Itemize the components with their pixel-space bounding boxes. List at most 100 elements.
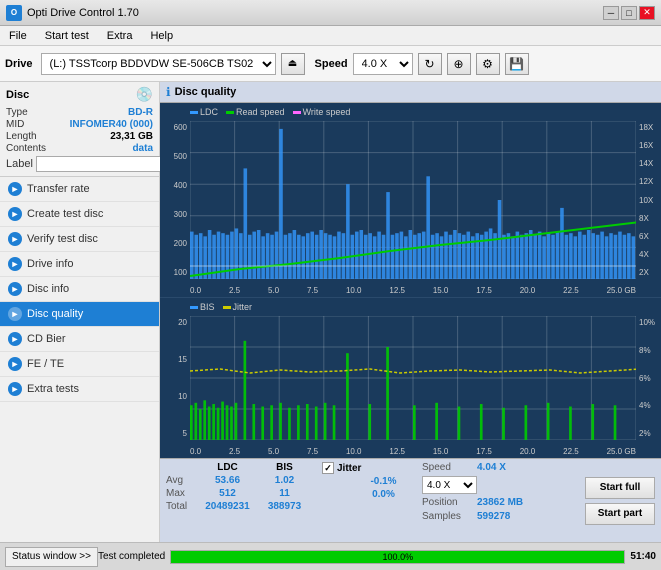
jitter-avg-label bbox=[322, 476, 354, 487]
eject-button[interactable]: ⏏ bbox=[281, 53, 305, 75]
disc-type-row: Type BD-R bbox=[6, 107, 153, 118]
sidebar-item-disc-info[interactable]: ► Disc info bbox=[0, 277, 159, 302]
disc-mid-label: MID bbox=[6, 119, 24, 130]
status-bar: Status window >> Test completed 100.0% 5… bbox=[0, 542, 661, 570]
legend-bis-dot bbox=[190, 306, 198, 309]
main-content: Disc 💿 Type BD-R MID INFOMER40 (000) Len… bbox=[0, 82, 661, 542]
title-bar-left: O Opti Drive Control 1.70 bbox=[6, 5, 139, 21]
jitter-col-header: Jitter bbox=[337, 463, 361, 474]
stats-avg-label: Avg bbox=[166, 475, 198, 486]
legend-read-speed-label: Read speed bbox=[236, 107, 285, 117]
sidebar-item-fe-te[interactable]: ► FE / TE bbox=[0, 352, 159, 377]
menu-file[interactable]: File bbox=[5, 29, 31, 43]
jitter-max-label bbox=[322, 489, 354, 500]
sidebar-item-create-test-disc-label: Create test disc bbox=[27, 208, 103, 220]
sidebar-menu: ► Transfer rate ► Create test disc ► Ver… bbox=[0, 177, 159, 542]
disc-mid-value: INFOMER40 (000) bbox=[70, 119, 153, 130]
sidebar-item-verify-test-disc[interactable]: ► Verify test disc bbox=[0, 227, 159, 252]
sidebar-item-extra-tests[interactable]: ► Extra tests bbox=[0, 377, 159, 402]
disc-icon: 💿 bbox=[136, 86, 153, 103]
drive-select[interactable]: (L:) TSSTcorp BDDVDW SE-506CB TS02 bbox=[41, 53, 276, 75]
sidebar: Disc 💿 Type BD-R MID INFOMER40 (000) Len… bbox=[0, 82, 160, 542]
disc-header: Disc 💿 bbox=[6, 86, 153, 103]
stats-max-ldc: 512 bbox=[200, 488, 255, 499]
stats-ldc-bis: LDC BIS Avg 53.66 1.02 Max 512 11 Total … bbox=[166, 462, 312, 539]
chart-bis: BIS Jitter 20 15 10 5 10% bbox=[160, 298, 661, 458]
minimize-button[interactable]: ─ bbox=[603, 6, 619, 20]
stats-jitter: ✓ Jitter -0.1% 0.0% bbox=[322, 462, 412, 539]
stats-speed: Speed 4.04 X 4.0 X Position 23862 MB Sam… bbox=[422, 462, 542, 539]
title-bar: O Opti Drive Control 1.70 ─ □ ✕ bbox=[0, 0, 661, 26]
sidebar-item-cd-bier-label: CD Bier bbox=[27, 333, 66, 345]
stats-max-label: Max bbox=[166, 488, 198, 499]
legend-jitter: Jitter bbox=[223, 302, 253, 312]
samples-label: Samples bbox=[422, 511, 472, 522]
drive-info-icon: ► bbox=[8, 257, 22, 271]
action-buttons: Start full Start part bbox=[585, 462, 655, 539]
progress-bar-container: 100.0% bbox=[170, 550, 625, 564]
close-button[interactable]: ✕ bbox=[639, 6, 655, 20]
settings-button[interactable]: ⚙ bbox=[476, 53, 500, 75]
progress-text: 100.0% bbox=[171, 551, 624, 563]
sidebar-item-transfer-rate[interactable]: ► Transfer rate bbox=[0, 177, 159, 202]
sidebar-item-verify-test-disc-label: Verify test disc bbox=[27, 233, 98, 245]
stats-samples-value: 599278 bbox=[477, 511, 510, 522]
chart-bottom-y-left: 20 15 10 5 bbox=[160, 318, 190, 438]
stats-total-bis: 388973 bbox=[257, 501, 312, 512]
stats-bis-header: BIS bbox=[257, 462, 312, 473]
menu-help[interactable]: Help bbox=[146, 29, 177, 43]
status-time: 51:40 bbox=[630, 551, 656, 562]
toolbar: Drive (L:) TSSTcorp BDDVDW SE-506CB TS02… bbox=[0, 46, 661, 82]
disc-mid-row: MID INFOMER40 (000) bbox=[6, 119, 153, 130]
start-part-button[interactable]: Start part bbox=[585, 503, 655, 525]
legend-read-speed: Read speed bbox=[226, 107, 285, 117]
legend-ldc: LDC bbox=[190, 107, 218, 117]
transfer-rate-icon: ► bbox=[8, 182, 22, 196]
sidebar-item-transfer-rate-label: Transfer rate bbox=[27, 183, 90, 195]
menu-extra[interactable]: Extra bbox=[103, 29, 137, 43]
save-button[interactable]: 💾 bbox=[505, 53, 529, 75]
jitter-checkbox[interactable]: ✓ bbox=[322, 462, 334, 474]
start-full-button[interactable]: Start full bbox=[585, 477, 655, 499]
stats-max-bis: 11 bbox=[257, 488, 312, 499]
drive-label: Drive bbox=[5, 58, 33, 70]
sidebar-item-disc-quality-label: Disc quality bbox=[27, 308, 83, 320]
stats-avg-bis: 1.02 bbox=[257, 475, 312, 486]
maximize-button[interactable]: □ bbox=[621, 6, 637, 20]
chart-top-y-left: 600 500 400 300 200 100 bbox=[160, 123, 190, 277]
stats-avg-jitter: -0.1% bbox=[356, 476, 411, 487]
chart-bottom-x-labels: 0.0 2.5 5.0 7.5 10.0 12.5 15.0 17.5 20.0… bbox=[190, 447, 636, 456]
disc-section-title: Disc bbox=[6, 89, 29, 101]
stats-bar: LDC BIS Avg 53.66 1.02 Max 512 11 Total … bbox=[160, 458, 661, 542]
charts-area: LDC Read speed Write speed 600 500 40 bbox=[160, 103, 661, 458]
disc-type-label: Type bbox=[6, 107, 28, 118]
disc-length-row: Length 23,31 GB bbox=[6, 131, 153, 142]
scan-button[interactable]: ⊕ bbox=[447, 53, 471, 75]
sidebar-item-drive-info[interactable]: ► Drive info bbox=[0, 252, 159, 277]
stats-position-value: 23862 MB bbox=[477, 497, 523, 508]
status-window-button[interactable]: Status window >> bbox=[5, 547, 98, 567]
speed-select[interactable]: 4.0 X bbox=[353, 53, 413, 75]
menu-bar: File Start test Extra Help bbox=[0, 26, 661, 46]
disc-label-input[interactable] bbox=[36, 156, 174, 172]
sidebar-item-cd-bier[interactable]: ► CD Bier bbox=[0, 327, 159, 352]
refresh-button[interactable]: ↻ bbox=[418, 53, 442, 75]
stats-speed-value: 4.04 X bbox=[477, 462, 506, 473]
menu-start-test[interactable]: Start test bbox=[41, 29, 93, 43]
disc-quality-title: Disc quality bbox=[175, 86, 237, 98]
test-completed-text: Test completed bbox=[98, 551, 165, 562]
legend-jitter-dot bbox=[223, 306, 231, 309]
disc-info-icon: ► bbox=[8, 282, 22, 296]
sidebar-item-create-test-disc[interactable]: ► Create test disc bbox=[0, 202, 159, 227]
legend-bis: BIS bbox=[190, 302, 215, 312]
disc-contents-row: Contents data bbox=[6, 143, 153, 154]
legend-ldc-label: LDC bbox=[200, 107, 218, 117]
disc-length-value: 23,31 GB bbox=[110, 131, 153, 142]
speed-select-dropdown[interactable]: 4.0 X bbox=[422, 476, 477, 494]
content-area: ℹ Disc quality LDC Read speed bbox=[160, 82, 661, 542]
verify-test-disc-icon: ► bbox=[8, 232, 22, 246]
sidebar-item-disc-quality[interactable]: ► Disc quality bbox=[0, 302, 159, 327]
app-title: Opti Drive Control 1.70 bbox=[27, 7, 139, 19]
sidebar-item-drive-info-label: Drive info bbox=[27, 258, 73, 270]
chart-ldc: LDC Read speed Write speed 600 500 40 bbox=[160, 103, 661, 298]
